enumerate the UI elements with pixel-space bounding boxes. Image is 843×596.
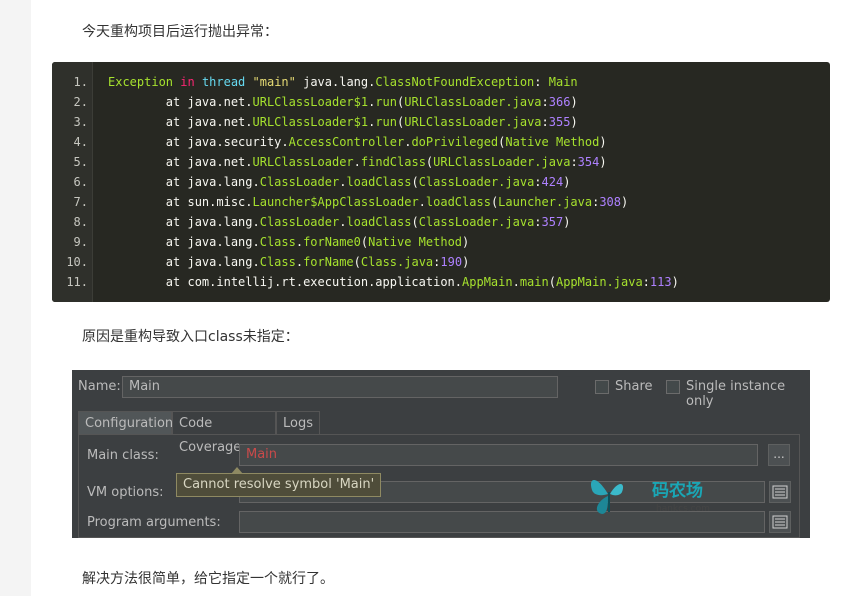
cause-paragraph: 原因是重构导致入口class未指定：	[82, 329, 299, 345]
code-line: 8. at java.lang.ClassLoader.loadClass(Cl…	[52, 212, 830, 232]
tab-logs[interactable]: Logs	[276, 411, 320, 435]
butterfly-logo-icon	[590, 480, 624, 514]
program-arguments-label: Program arguments:	[87, 515, 221, 530]
single-instance-checkbox[interactable]	[666, 380, 680, 394]
code-line: 9. at java.lang.Class.forName0(Native Me…	[52, 232, 830, 252]
tab-code-coverage[interactable]: Code Coverage	[172, 411, 276, 455]
line-number: 2.	[73, 95, 88, 109]
share-label: Share	[615, 379, 653, 394]
browse-class-button[interactable]: ...	[768, 444, 790, 466]
line-number: 10.	[66, 255, 88, 269]
line-number: 3.	[73, 115, 88, 129]
line-number: 8.	[73, 215, 88, 229]
name-label: Name:	[78, 379, 121, 394]
watermark-subtitle: hankcs.com	[656, 504, 710, 514]
code-text: at java.net.URLClassLoader$1.run(URLClas…	[108, 115, 578, 129]
expand-editor-icon	[772, 515, 788, 529]
main-class-label: Main class:	[87, 448, 159, 463]
line-number: 1.	[73, 75, 88, 89]
line-number: 11.	[66, 275, 88, 289]
code-text: at java.lang.ClassLoader.loadClass(Class…	[108, 175, 571, 189]
code-line: 3. at java.net.URLClassLoader$1.run(URLC…	[52, 112, 830, 132]
code-text: at java.lang.ClassLoader.loadClass(Class…	[108, 215, 571, 229]
code-line: 5. at java.net.URLClassLoader.findClass(…	[52, 152, 830, 172]
name-field[interactable]: Main	[122, 376, 558, 398]
watermark: 码农场 hankcs.com	[586, 470, 746, 518]
code-line: 6. at java.lang.ClassLoader.loadClass(Cl…	[52, 172, 830, 192]
line-number: 7.	[73, 195, 88, 209]
tab-configuration[interactable]: Configuration	[78, 411, 173, 435]
error-tooltip: Cannot resolve symbol 'Main'	[176, 467, 382, 497]
code-text: at sun.misc.Launcher$AppClassLoader.load…	[108, 195, 629, 209]
line-number: 9.	[73, 235, 88, 249]
expand-editor-icon	[772, 485, 788, 499]
code-block: 1. Exception in thread "main" java.lang.C…	[52, 62, 830, 302]
line-number: 4.	[73, 135, 88, 149]
line-number: 6.	[73, 175, 88, 189]
watermark-title: 码农场	[652, 481, 703, 501]
code-text: at java.lang.Class.forName0(Native Metho…	[108, 235, 470, 249]
code-line: 1. Exception in thread "main" java.lang.C…	[52, 72, 830, 92]
code-text: at java.security.AccessController.doPriv…	[108, 135, 607, 149]
code-text: at java.net.URLClassLoader.findClass(URL…	[108, 155, 607, 169]
vm-options-label: VM options:	[87, 485, 164, 500]
run-configuration-dialog: Name: Main Share Single instance only Co…	[72, 370, 810, 538]
code-line: 11. at com.intellij.rt.execution.applica…	[52, 272, 830, 292]
left-rail	[0, 0, 31, 596]
program-arguments-expand-button[interactable]	[769, 511, 791, 533]
code-line: 7. at sun.misc.Launcher$AppClassLoader.l…	[52, 192, 830, 212]
code-text: Exception in thread "main" java.lang.Cla…	[108, 75, 578, 89]
code-line: 10. at java.lang.Class.forName(Class.jav…	[52, 252, 830, 272]
code-line: 4. at java.security.AccessController.doP…	[52, 132, 830, 152]
code-text: at java.lang.Class.forName(Class.java:19…	[108, 255, 470, 269]
code-line: 2. at java.net.URLClassLoader$1.run(URLC…	[52, 92, 830, 112]
line-number: 5.	[73, 155, 88, 169]
code-text: at java.net.URLClassLoader$1.run(URLClas…	[108, 95, 578, 109]
intro-paragraph: 今天重构项目后运行抛出异常：	[82, 24, 278, 40]
code-text: at com.intellij.rt.execution.application…	[108, 275, 679, 289]
solution-paragraph: 解决方法很简单，给它指定一个就行了。	[82, 571, 334, 587]
vm-options-expand-button[interactable]	[769, 481, 791, 503]
main-class-field[interactable]: Main	[239, 444, 758, 466]
single-instance-label: Single instance only	[686, 379, 786, 409]
share-checkbox[interactable]	[595, 380, 609, 394]
